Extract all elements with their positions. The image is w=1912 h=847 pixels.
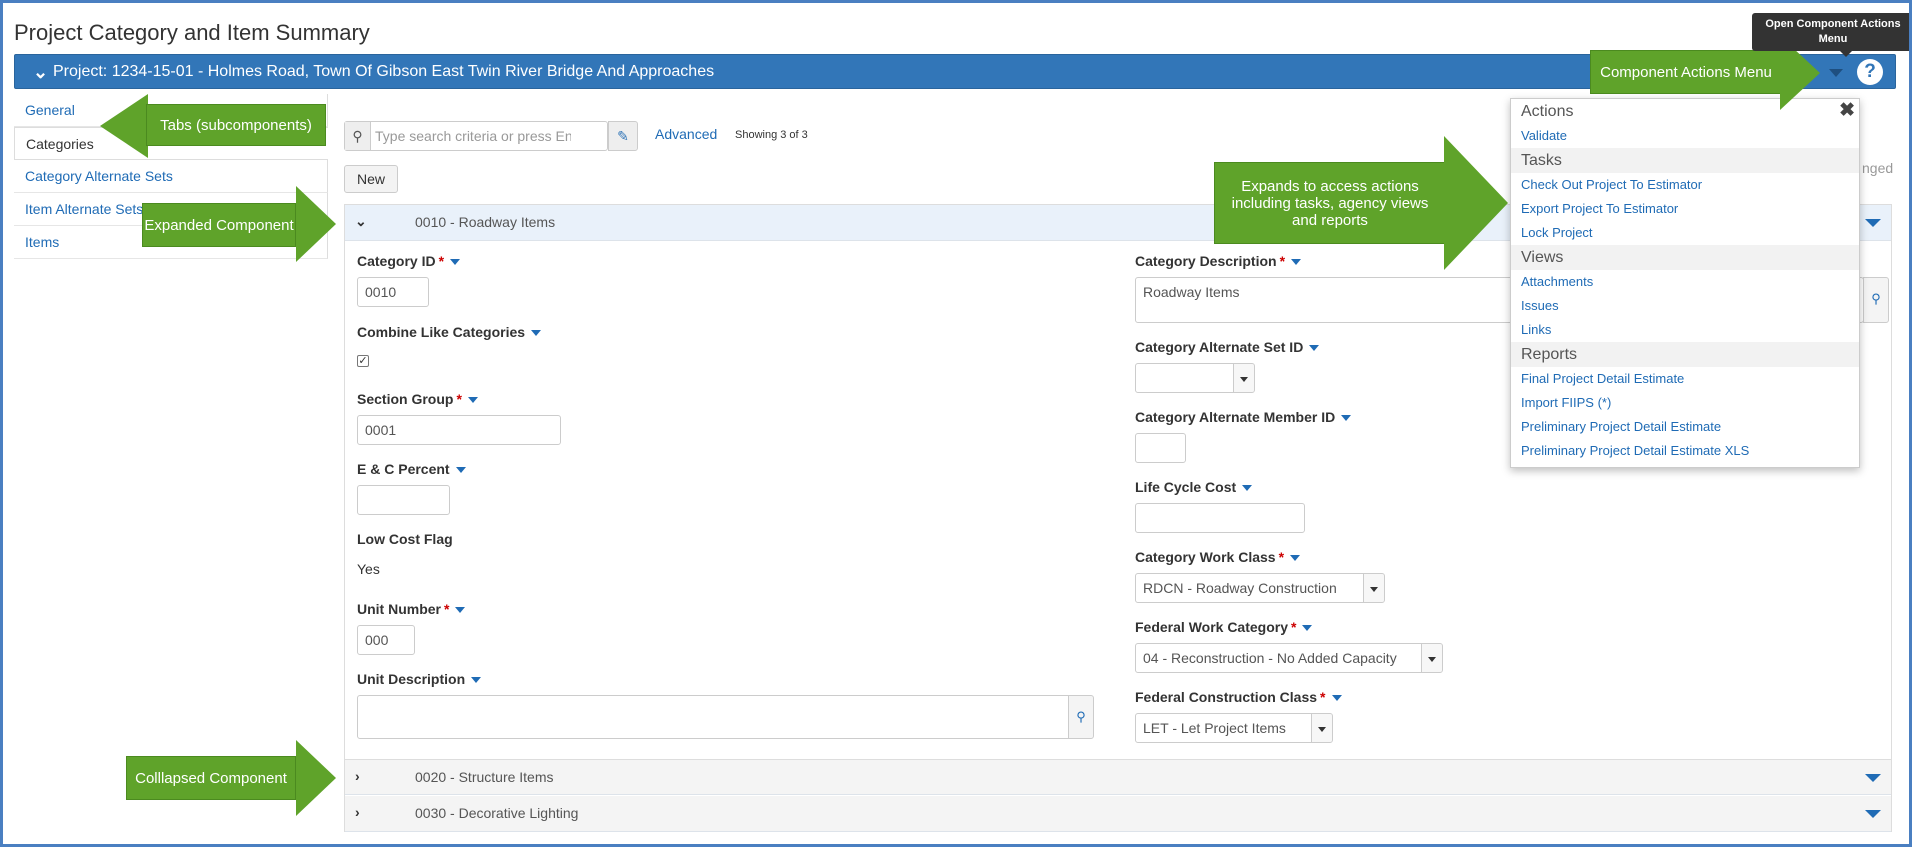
chevron-down-icon[interactable]: ⌄: [355, 213, 367, 230]
menu-section-reports: Reports: [1511, 342, 1859, 367]
section-group-label: Section Group *: [357, 391, 478, 407]
federal-work-category-select[interactable]: 04 - Reconstruction - No Added Capacity: [1135, 643, 1443, 673]
unit-number-label: Unit Number *: [357, 601, 466, 617]
page-title: Project Category and Item Summary: [14, 20, 370, 45]
menu-item-preliminary-estimate-xls[interactable]: Preliminary Project Detail Estimate XLS: [1511, 439, 1859, 463]
field-menu-caret-icon[interactable]: [467, 397, 478, 404]
menu-section-tasks: Tasks: [1511, 148, 1859, 173]
zoom-icon[interactable]: ⚲: [1863, 277, 1889, 323]
row-actions-caret-icon[interactable]: [1865, 219, 1881, 227]
dropdown-arrow-icon[interactable]: [1233, 364, 1254, 392]
category-work-class-label: Category Work Class *: [1135, 549, 1301, 565]
federal-construction-class-label: Federal Construction Class *: [1135, 689, 1342, 705]
callout-collapsed: Colllapsed Component: [126, 736, 342, 820]
cat-alt-set-id-label: Category Alternate Set ID: [1135, 339, 1320, 355]
federal-construction-class-select[interactable]: LET - Let Project Items: [1135, 713, 1333, 743]
component-actions-caret-icon[interactable]: [1829, 69, 1843, 77]
close-icon[interactable]: ✖: [1839, 99, 1855, 122]
component-title: 0030 - Decorative Lighting: [415, 805, 579, 821]
menu-item-final-estimate[interactable]: Final Project Detail Estimate: [1511, 367, 1859, 391]
chevron-right-icon[interactable]: ›: [355, 804, 360, 820]
low-cost-flag-label: Low Cost Flag: [357, 531, 453, 547]
row-actions-caret-icon[interactable]: [1865, 774, 1881, 782]
search-icon[interactable]: ⚲: [345, 122, 371, 150]
category-id-field[interactable]: 0010: [357, 277, 429, 307]
field-menu-caret-icon[interactable]: [1331, 695, 1342, 702]
category-id-label: Category ID *: [357, 253, 461, 269]
dropdown-arrow-icon[interactable]: [1311, 714, 1332, 742]
field-menu-caret-icon[interactable]: [471, 677, 482, 684]
menu-item-check-out[interactable]: Check Out Project To Estimator: [1511, 173, 1859, 197]
ec-percent-label: E & C Percent: [357, 461, 466, 477]
menu-item-issues[interactable]: Issues: [1511, 294, 1859, 318]
cat-alt-member-id-label: Category Alternate Member ID: [1135, 409, 1352, 425]
component-header-0030[interactable]: › 0030 - Decorative Lighting: [345, 796, 1891, 832]
section-group-field[interactable]: 0001: [357, 415, 561, 445]
unit-description-field[interactable]: [357, 695, 1069, 739]
result-count: Showing 3 of 3: [735, 129, 808, 141]
component-header-0020[interactable]: › 0020 - Structure Items: [345, 759, 1891, 795]
dropdown-arrow-icon[interactable]: [1363, 574, 1384, 602]
field-menu-caret-icon[interactable]: [1290, 555, 1301, 562]
field-menu-caret-icon[interactable]: [455, 607, 466, 614]
callout-expanded: Expanded Component: [142, 182, 342, 266]
menu-item-validate[interactable]: Validate: [1511, 124, 1859, 148]
clear-search-icon[interactable]: ✎: [608, 121, 638, 151]
low-cost-flag-value: Yes: [357, 561, 380, 577]
actions-menu-tooltip: Open Component Actions Menu: [1752, 13, 1912, 57]
help-icon[interactable]: ?: [1857, 59, 1883, 85]
new-button[interactable]: New: [344, 165, 398, 193]
field-menu-caret-icon[interactable]: [1309, 345, 1320, 352]
callout-tabs: Tabs (subcomponents): [100, 92, 326, 162]
zoom-icon[interactable]: ⚲: [1068, 695, 1094, 739]
cat-alt-set-id-select[interactable]: [1135, 363, 1255, 393]
component-title: 0020 - Structure Items: [415, 769, 554, 785]
row-actions-caret-icon[interactable]: [1865, 810, 1881, 818]
life-cycle-cost-label: Life Cycle Cost: [1135, 479, 1253, 495]
field-menu-caret-icon[interactable]: [531, 330, 542, 337]
menu-item-attachments[interactable]: Attachments: [1511, 270, 1859, 294]
advanced-search-link[interactable]: Advanced: [655, 126, 717, 142]
project-label: Project: 1234-15-01 - Holmes Road, Town …: [53, 63, 715, 80]
component-title: 0010 - Roadway Items: [415, 214, 556, 230]
search-box: ⚲: [344, 121, 608, 151]
ec-percent-field[interactable]: [357, 485, 450, 515]
chevron-down-icon[interactable]: ⌄: [33, 63, 48, 81]
field-menu-caret-icon[interactable]: [1302, 625, 1313, 632]
combine-like-checkbox[interactable]: ✓: [357, 355, 369, 367]
menu-item-lock[interactable]: Lock Project: [1511, 221, 1859, 245]
field-menu-caret-icon[interactable]: [1341, 415, 1352, 422]
menu-item-export[interactable]: Export Project To Estimator: [1511, 197, 1859, 221]
field-menu-caret-icon[interactable]: [455, 467, 466, 474]
chevron-right-icon[interactable]: ›: [355, 768, 360, 784]
cat-alt-member-id-field[interactable]: [1135, 433, 1186, 463]
field-menu-caret-icon[interactable]: [1242, 485, 1253, 492]
search-input[interactable]: [373, 125, 573, 147]
dropdown-arrow-icon[interactable]: [1421, 644, 1442, 672]
federal-work-category-label: Federal Work Category *: [1135, 619, 1313, 635]
menu-section-views: Views: [1511, 245, 1859, 270]
menu-item-links[interactable]: Links: [1511, 318, 1859, 342]
menu-item-preliminary-estimate[interactable]: Preliminary Project Detail Estimate: [1511, 415, 1859, 439]
callout-expands: Expands to access actions including task…: [1214, 136, 1512, 270]
field-menu-caret-icon[interactable]: [450, 259, 461, 266]
category-work-class-select[interactable]: RDCN - Roadway Construction: [1135, 573, 1385, 603]
changed-indicator: nged: [1862, 160, 1894, 176]
unit-number-field[interactable]: 000: [357, 625, 415, 655]
unit-description-label: Unit Description: [357, 671, 482, 687]
life-cycle-cost-field[interactable]: [1135, 503, 1305, 533]
combine-like-label: Combine Like Categories: [357, 324, 542, 340]
component-actions-menu: ✖ Actions Validate Tasks Check Out Proje…: [1510, 98, 1860, 468]
menu-item-import-fiips[interactable]: Import FIIPS (*): [1511, 391, 1859, 415]
